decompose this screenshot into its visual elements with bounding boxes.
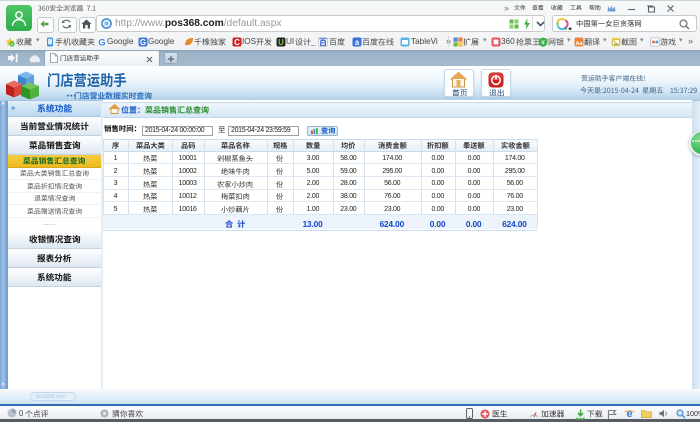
svg-text:百: 百 bbox=[319, 38, 327, 47]
svg-text:Aa: Aa bbox=[575, 41, 583, 47]
svg-text:C: C bbox=[234, 38, 240, 47]
svg-text:U: U bbox=[278, 38, 284, 47]
svg-text:a: a bbox=[355, 38, 360, 47]
svg-text:e: e bbox=[626, 408, 632, 419]
svg-text:G: G bbox=[98, 37, 105, 47]
svg-text:G: G bbox=[140, 38, 146, 47]
